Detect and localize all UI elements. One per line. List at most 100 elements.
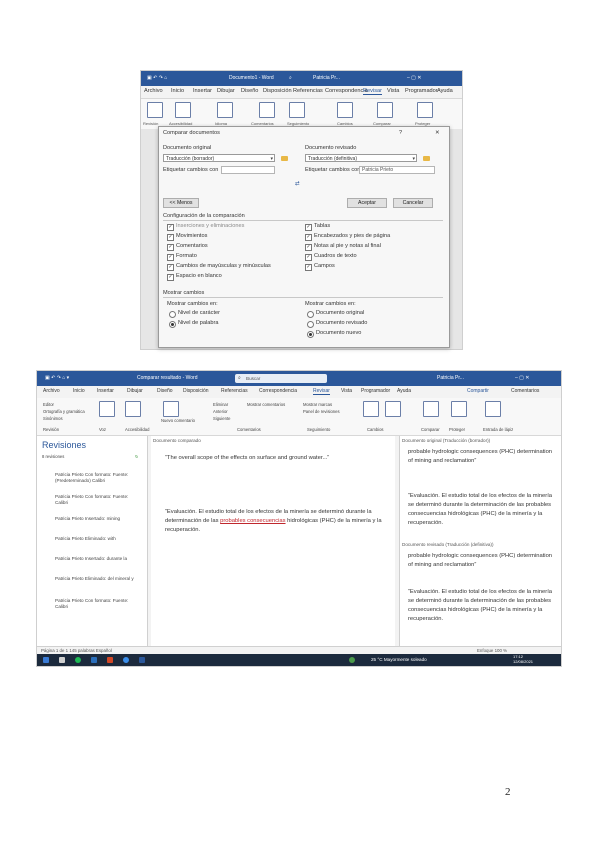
revision-item[interactable]: Patricia Prieto Eliminado: with [55, 536, 141, 542]
reviewing-pane-button[interactable]: Panel de revisiones [303, 409, 340, 414]
revision-item[interactable]: Patricia Prieto Insertado: durante la [55, 556, 141, 562]
checkbox-textboxes[interactable]: ✓ [305, 254, 312, 261]
language-icon[interactable] [217, 102, 233, 118]
tab-disposicion[interactable]: Disposición [183, 388, 209, 394]
help-icon[interactable]: ? [399, 130, 402, 136]
radio-original-document[interactable] [307, 311, 314, 318]
show-markup-button[interactable]: Mostrar marcas [303, 402, 332, 407]
tab-correspondencia[interactable]: Correspondencia [325, 88, 368, 94]
user-name[interactable]: Patricia Pr... [437, 375, 464, 381]
tab-inicio[interactable]: Inicio [171, 88, 184, 94]
status-right[interactable]: Enfoque 100 % [477, 648, 507, 653]
search-icon[interactable]: ⌕ [289, 75, 292, 81]
original-document-select[interactable]: Traducción (borrador) ▾ [163, 154, 275, 162]
next-comment-button[interactable]: Siguiente [213, 416, 230, 421]
tab-ayuda[interactable]: Ayuda [397, 388, 411, 394]
tab-revisar[interactable]: Revisar [363, 88, 382, 95]
checkbox-case-changes[interactable]: ✓ [167, 264, 174, 271]
tab-referencias[interactable]: Referencias [221, 388, 248, 394]
tab-inicio[interactable]: Inicio [73, 388, 85, 394]
checkbox-whitespace[interactable]: ✓ [167, 274, 174, 281]
refresh-icon[interactable]: ↻ [135, 454, 139, 459]
show-comments-button[interactable]: Mostrar comentarios [247, 402, 285, 407]
revised-document-select[interactable]: Traducción (definitiva) ▾ [305, 154, 417, 162]
revision-item[interactable]: Patricia Prieto Eliminado: del mineral y [55, 576, 141, 582]
editor-button[interactable]: Editor [43, 402, 54, 407]
radio-new-document[interactable] [307, 331, 314, 338]
compare-icon[interactable] [423, 401, 439, 417]
tab-vista[interactable]: Vista [341, 388, 352, 394]
new-comment-icon[interactable] [163, 401, 179, 417]
compared-paragraph-1[interactable]: “The overall scope of the effects on sur… [165, 454, 387, 463]
tab-diseno[interactable]: Diseño [157, 388, 173, 394]
revision-item[interactable]: Patricia Prieto Con formato: Fuente: Cal… [55, 494, 141, 506]
tab-dibujar[interactable]: Dibujar [217, 88, 235, 94]
word-taskbar-icon[interactable] [139, 657, 145, 663]
tab-revisar[interactable]: Revisar [313, 388, 330, 395]
tab-referencias[interactable]: Referencias [293, 88, 323, 94]
tab-diseno[interactable]: Diseño [241, 88, 258, 94]
revised-text-2[interactable]: “Evaluación. El estudio total de los efe… [408, 588, 554, 624]
folder-icon[interactable] [281, 156, 288, 161]
accessibility-icon[interactable] [175, 102, 191, 118]
tab-programador[interactable]: Programador [361, 388, 390, 394]
checkbox-insertions[interactable]: ✓ [167, 224, 174, 231]
radio-character-level[interactable] [169, 311, 176, 318]
window-controls[interactable]: – ▢ ✕ [407, 75, 421, 81]
checkbox-fields[interactable]: ✓ [305, 264, 312, 271]
window-controls[interactable]: – ▢ ✕ [515, 375, 529, 381]
checkbox-tables[interactable]: ✓ [305, 224, 312, 231]
tab-programador[interactable]: Programador [405, 88, 438, 94]
checkbox-format[interactable]: ✓ [167, 254, 174, 261]
original-text-2[interactable]: “Evaluación. El estudio total de los efe… [408, 492, 554, 528]
share-button[interactable]: Compartir [467, 388, 489, 394]
checkbox-footnotes[interactable]: ✓ [305, 244, 312, 251]
user-name[interactable]: Patricia Pr... [313, 75, 340, 81]
office-icon[interactable] [107, 657, 113, 663]
accessibility-icon[interactable] [125, 401, 141, 417]
tab-ayuda[interactable]: Ayuda [437, 88, 453, 94]
tab-dibujar[interactable]: Dibujar [127, 388, 143, 394]
close-icon[interactable]: ✕ [435, 130, 440, 136]
tab-vista[interactable]: Vista [387, 88, 399, 94]
tab-archivo[interactable]: Archivo [43, 388, 60, 394]
less-button[interactable]: << Menos [163, 198, 199, 208]
revision-item[interactable]: Patricia Prieto Insertado: mining [55, 516, 141, 522]
compare-icon[interactable] [377, 102, 393, 118]
read-aloud-icon[interactable] [99, 401, 115, 417]
tab-disposicion[interactable]: Disposición [263, 88, 292, 94]
compared-paragraph-2[interactable]: “Evaluación. El estudio total de los efe… [165, 508, 387, 535]
comments-button[interactable]: Comentarios [511, 388, 539, 394]
spelling-icon[interactable] [147, 102, 163, 118]
reject-icon[interactable] [385, 401, 401, 417]
delete-comment-button[interactable]: Eliminar [213, 402, 228, 407]
previous-comment-button[interactable]: Anterior [213, 409, 228, 414]
tab-insertar[interactable]: Insertar [97, 388, 114, 394]
radio-revised-document[interactable] [307, 321, 314, 328]
label-changes-right-input[interactable]: Patricia Prieto [359, 166, 435, 174]
revision-item[interactable]: Patricia Prieto Con formato: Fuente: Cal… [55, 598, 141, 610]
track-changes-icon[interactable] [289, 102, 305, 118]
revised-text-1[interactable]: probable hydrologic consequences (PHC) d… [408, 552, 554, 570]
tab-insertar[interactable]: Insertar [193, 88, 212, 94]
search-icon[interactable] [59, 657, 65, 663]
accept-icon[interactable] [363, 401, 379, 417]
folder-icon[interactable] [423, 156, 430, 161]
checkbox-comments[interactable]: ✓ [167, 244, 174, 251]
protect-icon[interactable] [417, 102, 433, 118]
cancel-button[interactable]: Cancelar [393, 198, 433, 208]
checkbox-headers-footers[interactable]: ✓ [305, 234, 312, 241]
protect-icon[interactable] [451, 401, 467, 417]
spelling-button[interactable]: Ortografía y gramática [43, 409, 85, 414]
label-changes-left-input[interactable] [221, 166, 275, 174]
radio-word-level[interactable] [169, 321, 176, 328]
checkbox-moves[interactable]: ✓ [167, 234, 174, 241]
swap-documents-icon[interactable]: ⇄ [295, 181, 300, 187]
edge-icon[interactable] [123, 657, 129, 663]
original-text-1[interactable]: probable hydrologic consequences (PHC) d… [408, 448, 554, 466]
windows-icon[interactable] [43, 657, 49, 663]
ink-icon[interactable] [485, 401, 501, 417]
tab-correspondencia[interactable]: Correspondencia [259, 388, 297, 394]
teams-icon[interactable] [91, 657, 97, 663]
tab-archivo[interactable]: Archivo [144, 88, 163, 94]
